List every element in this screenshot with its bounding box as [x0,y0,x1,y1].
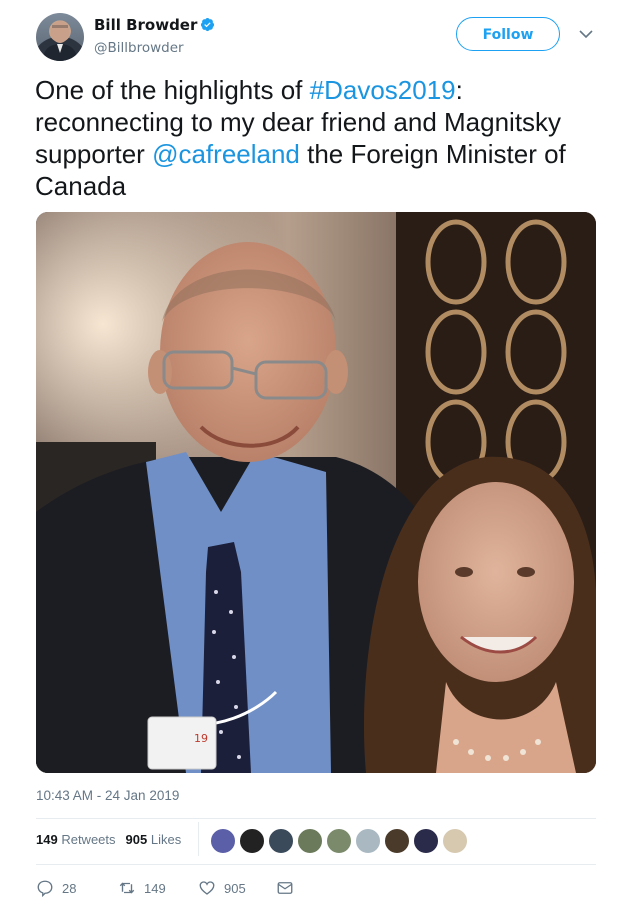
divider-top [36,818,596,819]
liker-avatar[interactable] [326,828,352,854]
divider-bottom [36,864,596,865]
liker-avatar[interactable] [355,828,381,854]
verified-badge-icon [201,17,215,32]
follow-button[interactable]: Follow [456,17,560,51]
mention-link[interactable]: @cafreeland [152,139,300,169]
retweets-count: 149 [36,832,58,847]
tweet-timestamp[interactable]: 10:43 AM - 24 Jan 2019 [36,788,179,803]
chevron-down-icon[interactable] [578,26,594,42]
liker-avatar[interactable] [442,828,468,854]
liker-avatar[interactable] [239,828,265,854]
author-name-text[interactable]: Bill Browder [94,16,197,34]
stats-separator [198,822,199,856]
retweets-stat[interactable]: 149 Retweets [36,832,116,847]
retweet-button[interactable]: 149 [118,876,166,900]
liker-avatar[interactable] [268,828,294,854]
tweet-actions: 28 149 905 [36,876,356,902]
reply-count: 28 [62,880,77,896]
like-icon [199,881,215,895]
engagement-stats: 149 Retweets 905 Likes [36,832,181,847]
direct-message-button[interactable] [276,876,294,900]
liker-avatar[interactable] [297,828,323,854]
author-handle[interactable]: @Billbrowder [94,40,184,56]
tweet-text-segment: One of the highlights of [35,75,310,105]
reply-button[interactable]: 28 [36,876,76,900]
author-name[interactable]: Bill Browder [94,16,215,34]
photo-badge-number: 19 [194,732,208,745]
direct-message-icon [277,882,293,894]
tweet-text: One of the highlights of #Davos2019: rec… [35,74,605,202]
retweets-label: Retweets [61,832,116,847]
reply-icon [37,880,53,897]
retweet-count: 149 [144,880,166,896]
author-avatar[interactable] [36,13,84,61]
like-button[interactable]: 905 [198,876,246,900]
liker-avatar[interactable] [413,828,439,854]
likes-count: 905 [125,832,148,847]
tweet-photo[interactable]: 19 [36,212,596,773]
hashtag-link[interactable]: #Davos2019 [310,75,456,105]
retweet-icon [119,882,135,894]
liker-avatar[interactable] [384,828,410,854]
likes-stat[interactable]: 905 Likes [126,832,182,847]
like-count: 905 [224,880,246,896]
liker-avatar[interactable] [210,828,236,854]
likes-label: Likes [150,832,182,847]
